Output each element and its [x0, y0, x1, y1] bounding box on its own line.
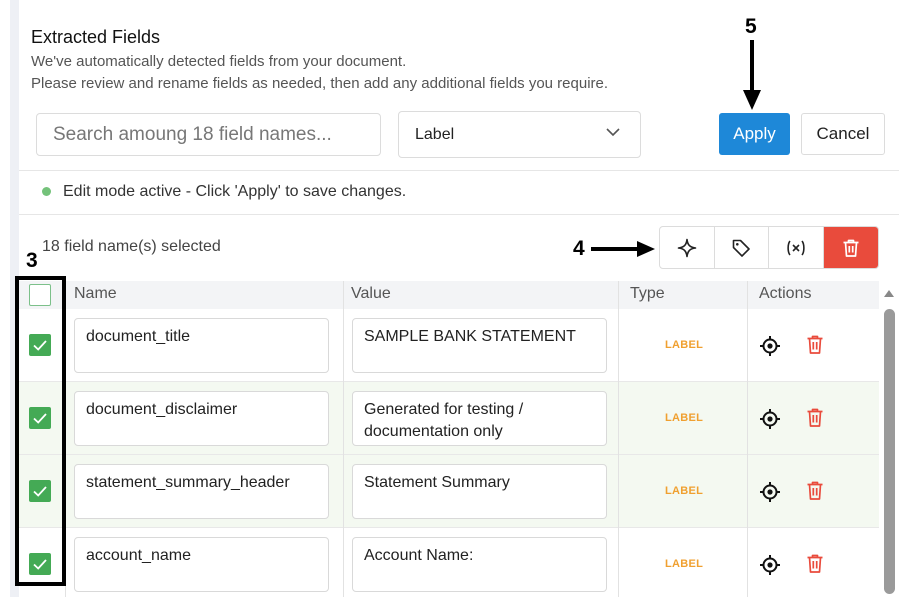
- annotation-label-5: 5: [745, 15, 757, 38]
- type-badge: LABEL: [665, 412, 704, 424]
- bulk-action-toolbar: [659, 226, 879, 269]
- field-name-input[interactable]: statement_summary_header: [74, 464, 329, 519]
- column-divider: [343, 281, 344, 597]
- field-name-input[interactable]: account_name: [74, 537, 329, 592]
- sparkle-icon: [677, 238, 697, 257]
- delete-row-button[interactable]: [806, 334, 824, 355]
- table-row: document_disclaimer Generated for testin…: [19, 382, 879, 455]
- table-row: statement_summary_header Statement Summa…: [19, 455, 879, 528]
- type-filter-select[interactable]: Label: [398, 111, 641, 158]
- table-row: document_title SAMPLE BANK STATEMENT LAB…: [19, 309, 879, 382]
- delete-row-button[interactable]: [806, 480, 824, 501]
- field-value-input[interactable]: SAMPLE BANK STATEMENT: [352, 318, 607, 373]
- field-name-input[interactable]: document_title: [74, 318, 329, 373]
- field-value-input[interactable]: Statement Summary: [352, 464, 607, 519]
- locate-field-button[interactable]: [759, 554, 781, 576]
- apply-button[interactable]: Apply: [719, 113, 790, 155]
- field-name-input[interactable]: document_disclaimer: [74, 391, 329, 446]
- table-row: account_name Account Name: LABEL: [19, 528, 879, 597]
- description-line-2: Please review and rename fields as neede…: [31, 75, 609, 92]
- locate-field-button[interactable]: [759, 408, 781, 430]
- select-value: Label: [415, 126, 455, 143]
- divider: [19, 214, 899, 215]
- tag-icon: [732, 239, 751, 257]
- chevron-down-icon: [606, 128, 620, 137]
- column-header-value: Value: [351, 285, 391, 302]
- locate-field-button[interactable]: [759, 481, 781, 503]
- annotation-arrow-right: [591, 241, 655, 257]
- scrollbar-thumb[interactable]: [884, 309, 895, 594]
- type-badge: LABEL: [665, 485, 704, 497]
- auto-detect-button[interactable]: [660, 227, 715, 268]
- status-text: Edit mode active - Click 'Apply' to save…: [63, 183, 407, 200]
- field-value-input[interactable]: Generated for testing / documentation on…: [352, 391, 607, 446]
- table-header: Name Value Type Actions: [19, 281, 879, 309]
- trash-icon: [843, 239, 859, 257]
- annotation-arrow-down: [743, 40, 761, 110]
- delete-row-button[interactable]: [806, 553, 824, 574]
- type-badge: LABEL: [665, 339, 704, 351]
- description-line-1: We've automatically detected fields from…: [31, 53, 407, 70]
- divider: [19, 170, 899, 171]
- status-indicator-dot: [42, 187, 51, 196]
- variable-icon: [787, 239, 805, 256]
- annotation-box-checkbox-column: [15, 276, 66, 586]
- cancel-button[interactable]: Cancel: [801, 113, 885, 155]
- set-variable-button[interactable]: [769, 227, 824, 268]
- field-value-input[interactable]: Account Name:: [352, 537, 607, 592]
- annotation-label-4: 4: [573, 237, 585, 260]
- column-divider: [618, 281, 619, 597]
- delete-selected-button[interactable]: [823, 227, 878, 268]
- column-divider: [747, 281, 748, 597]
- page-title: Extracted Fields: [31, 27, 161, 47]
- delete-row-button[interactable]: [806, 407, 824, 428]
- set-label-button[interactable]: [715, 227, 769, 268]
- scroll-up-arrow-icon[interactable]: [884, 290, 894, 297]
- locate-field-button[interactable]: [759, 335, 781, 357]
- selection-count: 18 field name(s) selected: [42, 238, 221, 255]
- column-header-name: Name: [74, 285, 117, 302]
- column-header-actions: Actions: [759, 285, 812, 302]
- annotation-label-3: 3: [26, 249, 38, 272]
- column-header-type: Type: [630, 285, 665, 302]
- search-input[interactable]: Search amoung 18 field names...: [36, 113, 381, 156]
- type-badge: LABEL: [665, 558, 704, 570]
